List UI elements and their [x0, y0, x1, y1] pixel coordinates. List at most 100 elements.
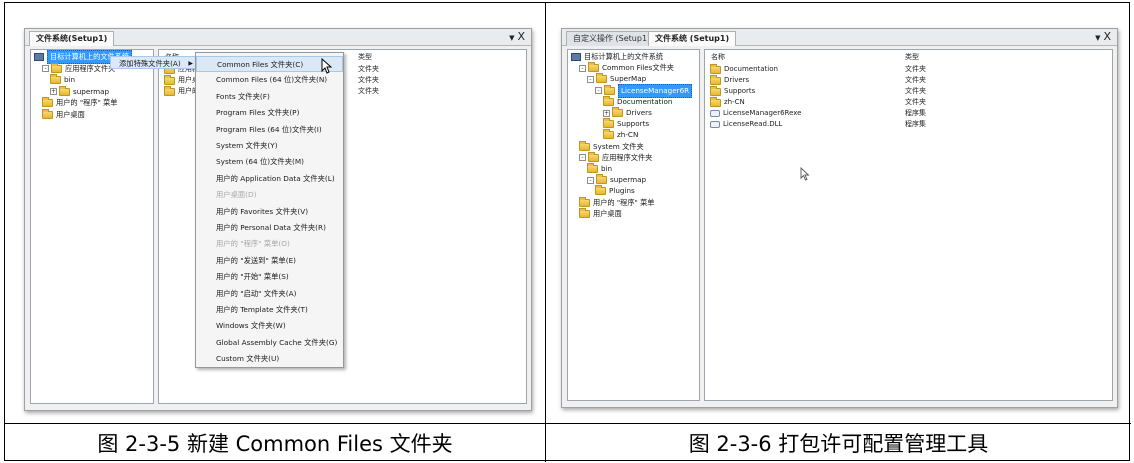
- tree-node-label: 用户的 "程序" 菜单: [56, 98, 118, 107]
- tree-node-label: Common Files文件夹: [602, 63, 674, 73]
- tree-node[interactable]: - supermap: [587, 174, 646, 186]
- menu-item[interactable]: System (64 位)文件夹(M): [196, 154, 343, 170]
- tree-node[interactable]: zh-CN: [603, 129, 638, 141]
- tree-node[interactable]: 用户的 "程序" 菜单: [42, 97, 118, 109]
- collapse-icon[interactable]: -: [595, 87, 602, 95]
- folder-icon: [164, 74, 175, 85]
- tab-filesystem[interactable]: 文件系统 (Setup1): [648, 31, 737, 46]
- tree-node-label: 用户桌面: [593, 208, 622, 218]
- tree-node[interactable]: 用户桌面: [42, 108, 85, 121]
- list-item[interactable]: Drivers: [710, 74, 749, 86]
- expand-icon[interactable]: +: [603, 109, 610, 117]
- figure-table: 文件系统(Setup1) ▼ X 目标计算机上的文件系统 - 应用程序文件夹 bin + s…: [4, 2, 1131, 462]
- list-item[interactable]: Documentation: [710, 63, 778, 75]
- tree-node[interactable]: + Drivers: [603, 107, 652, 119]
- folder-icon: [596, 73, 607, 84]
- tree-node[interactable]: 用户桌面: [579, 207, 622, 220]
- tree-node-label: System 文件夹: [593, 141, 644, 151]
- folder-icon: [59, 85, 70, 96]
- tree-node[interactable]: Documentation: [603, 95, 672, 108]
- list-item[interactable]: Supports: [710, 85, 756, 97]
- tree-node[interactable]: - Common Files文件夹: [579, 62, 674, 74]
- col-header-type[interactable]: 类型: [905, 51, 919, 63]
- list-item-name: Supports: [724, 87, 756, 95]
- tree-node[interactable]: Supports: [603, 118, 649, 130]
- window-controls[interactable]: ▼ X: [1095, 30, 1111, 43]
- table-divider-horizontal: [5, 423, 1131, 424]
- menu-item[interactable]: Custom 文件夹(U): [196, 351, 343, 367]
- right-filesystem-window: 自定义操作 (Setup1) 文件系统 (Setup1) ▼ X 目标计算机上的文…: [561, 28, 1118, 408]
- list-item-type: 文件夹: [358, 87, 379, 95]
- folder-icon: [51, 62, 62, 73]
- list-item[interactable]: LicenseManager6Rexe: [710, 108, 802, 119]
- collapse-icon[interactable]: -: [579, 154, 586, 162]
- add-special-folder-label: 添加特殊文件夹(A): [119, 59, 181, 68]
- menu-item[interactable]: Windows 文件夹(W): [196, 318, 343, 334]
- folder-icon: [579, 207, 590, 218]
- col-header-type[interactable]: 类型: [358, 51, 372, 63]
- menu-item[interactable]: Global Assembly Cache 文件夹(G): [196, 335, 343, 351]
- menu-item[interactable]: 用户的 Personal Data 文件夹(R): [196, 220, 343, 236]
- menu-item[interactable]: System 文件夹(Y): [196, 138, 343, 154]
- close-icon[interactable]: X: [517, 30, 525, 43]
- list-item[interactable]: zh-CN: [710, 96, 745, 108]
- tree-node-label: Drivers: [626, 108, 652, 117]
- list-item-type: 程序集: [905, 120, 926, 128]
- menu-item[interactable]: 用户的 Favorites 文件夹(V): [196, 204, 343, 220]
- menu-item[interactable]: Fonts 文件夹(F): [196, 89, 343, 105]
- tree-node[interactable]: + supermap: [50, 85, 109, 98]
- dropdown-icon[interactable]: ▼: [509, 34, 514, 42]
- menu-item[interactable]: 用户的 Application Data 文件夹(L): [196, 171, 343, 187]
- right-tab-bar: 自定义操作 (Setup1) 文件系统 (Setup1) ▼ X: [562, 29, 1117, 46]
- tree-node[interactable]: 用户的 "程序" 菜单: [579, 196, 655, 209]
- tree-node[interactable]: - 应用程序文件夹: [579, 151, 653, 164]
- list-item-name: LicenseManager6Rexe: [723, 109, 802, 117]
- menu-item[interactable]: 用户的 "开始" 菜单(S): [196, 269, 343, 285]
- folder-icon: [588, 151, 599, 162]
- tab-custom-actions[interactable]: 自定义操作 (Setup1): [566, 31, 658, 46]
- menu-item[interactable]: Program Files 文件夹(P): [196, 105, 343, 121]
- tree-node[interactable]: bin: [50, 74, 75, 86]
- right-tree-pane: 目标计算机上的文件系统 - Common Files文件夹 - SuperMap - Lic…: [567, 49, 700, 401]
- col-header-name[interactable]: 名称: [711, 51, 725, 63]
- list-item[interactable]: LicenseRead.DLL: [710, 119, 782, 130]
- tree-node[interactable]: - 应用程序文件夹: [42, 62, 116, 75]
- tree-node[interactable]: Plugins: [595, 185, 635, 197]
- caption-figure-2-3-6: 图 2-3-6 打包许可配置管理工具: [688, 432, 989, 456]
- expand-icon[interactable]: +: [50, 88, 57, 95]
- folder-icon: [603, 118, 614, 129]
- collapse-icon[interactable]: -: [587, 176, 594, 184]
- close-icon[interactable]: X: [1103, 30, 1111, 43]
- mouse-cursor-icon: [800, 167, 810, 181]
- folder-icon: [595, 185, 606, 196]
- tree-node-label: 应用程序文件夹: [602, 152, 653, 162]
- tree-node-label: Plugins: [609, 186, 635, 196]
- menu-item[interactable]: 用户的 "启动" 文件夹(A): [196, 286, 343, 302]
- folder-icon: [588, 62, 599, 73]
- submenu-arrow-icon: ▶: [188, 60, 193, 67]
- tab-filesystem[interactable]: 文件系统(Setup1): [29, 31, 115, 46]
- menu-item[interactable]: Program Files (64 位)文件夹(I): [196, 122, 343, 138]
- folder-icon: [42, 108, 53, 119]
- tree-root[interactable]: 目标计算机上的文件系统: [571, 51, 663, 63]
- folder-icon: [710, 63, 721, 74]
- tree-node[interactable]: bin: [587, 163, 612, 175]
- collapse-icon[interactable]: -: [42, 65, 49, 72]
- collapse-icon[interactable]: -: [579, 64, 586, 72]
- add-special-folder-menu-item[interactable]: 添加特殊文件夹(A) ▶: [110, 56, 196, 69]
- left-tab-bar: 文件系统(Setup1) ▼ X: [25, 29, 531, 46]
- tree-node-label: 应用程序文件夹: [65, 63, 116, 73]
- left-tree-pane: 目标计算机上的文件系统 - 应用程序文件夹 bin + supermap 用户的 "程序" …: [30, 49, 154, 404]
- tree-node-label: bin: [64, 75, 76, 84]
- folder-icon: [603, 129, 614, 140]
- tree-node[interactable]: System 文件夹: [579, 140, 644, 153]
- collapse-icon[interactable]: -: [587, 75, 594, 83]
- menu-item[interactable]: 用户的 "发送到" 菜单(E): [196, 253, 343, 269]
- window-controls[interactable]: ▼ X: [509, 30, 525, 43]
- dropdown-icon[interactable]: ▼: [1095, 34, 1100, 42]
- special-folder-submenu: Common Files 文件夹(C) Common Files (64 位)文件…: [195, 52, 344, 368]
- tree-node[interactable]: - LicenseManager6R: [595, 83, 693, 98]
- list-item-type: 文件夹: [358, 76, 379, 84]
- menu-item[interactable]: Common Files (64 位)文件夹(N): [196, 72, 343, 88]
- menu-item[interactable]: 用户的 Template 文件夹(T): [196, 302, 343, 318]
